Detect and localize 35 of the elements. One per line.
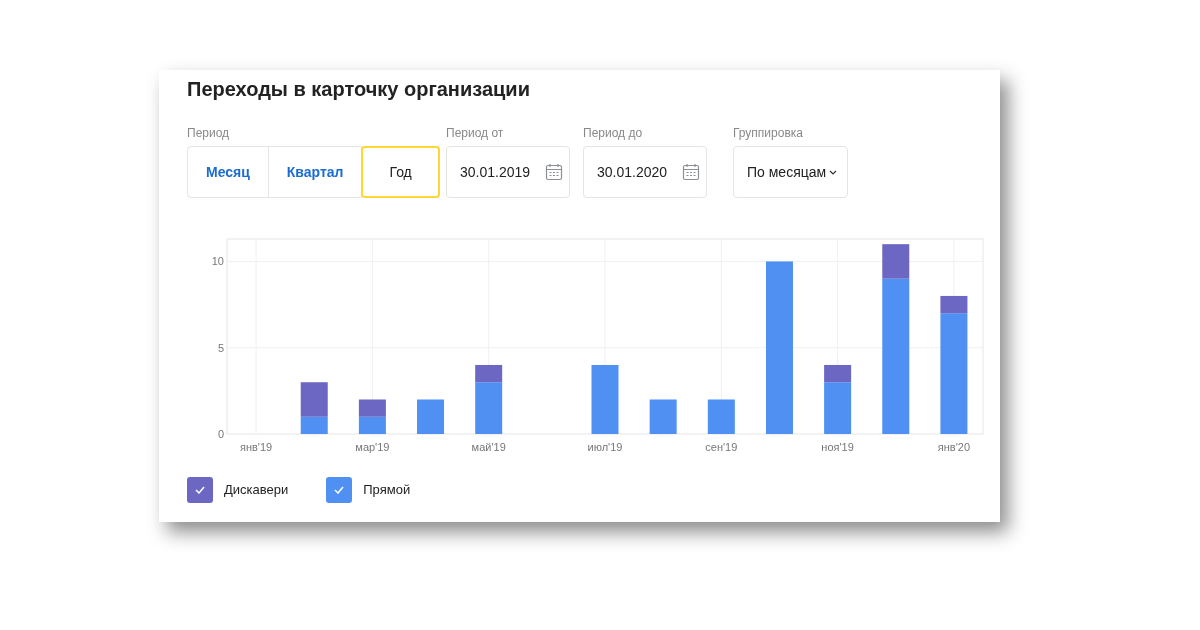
date-field[interactable]: 30.01.2019 [446, 146, 570, 198]
bar [649, 399, 677, 434]
legend-checkbox[interactable] [187, 477, 213, 503]
axis-label: май'19 [471, 441, 506, 453]
legend-label: Прямой [363, 481, 411, 500]
bar [417, 399, 445, 434]
field-label: Период до [583, 125, 644, 142]
period-tab[interactable]: Год [361, 146, 440, 198]
legend-label: Дискавери [224, 481, 289, 500]
date-field[interactable]: 30.01.2020 [583, 146, 707, 198]
axis-label: янв'20 [937, 441, 971, 453]
axis-label: ноя'19 [821, 441, 854, 453]
axis-label: 10 [211, 255, 224, 268]
axis-label: сен'19 [705, 441, 738, 453]
axis-label: мар'19 [355, 441, 390, 453]
period-tab[interactable]: Месяц [187, 146, 269, 198]
chevron-down-icon [829, 169, 837, 175]
axis-label: 5 [217, 341, 224, 354]
field-label: Период от [446, 125, 505, 142]
axis-label: янв'19 [239, 441, 273, 453]
checkmark-icon [334, 486, 345, 494]
axis-label: июл'19 [587, 441, 623, 453]
checkmark-icon [195, 486, 205, 494]
field-label: Группировка [733, 125, 804, 142]
field-label: Период [187, 125, 231, 142]
axis-label: 0 [217, 428, 224, 440]
card-title: Переходы в карточку организации [187, 77, 531, 102]
period-tab[interactable]: Квартал [267, 146, 363, 198]
bar [591, 364, 619, 434]
calendar-icon [682, 163, 700, 181]
legend-checkbox[interactable] [326, 477, 353, 503]
grouping-dropdown[interactable]: По месяцам [733, 146, 848, 198]
calendar-icon [545, 163, 563, 181]
bar [358, 399, 386, 417]
bar [707, 399, 735, 434]
